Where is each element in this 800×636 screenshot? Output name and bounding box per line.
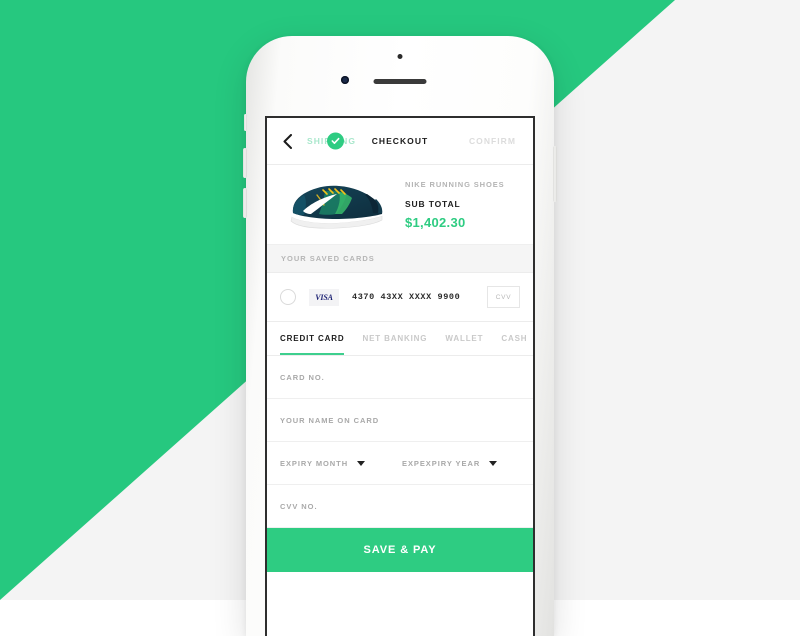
card-number-field[interactable]: CARD NO.	[267, 356, 533, 399]
silent-switch[interactable]	[244, 114, 247, 131]
check-circle-icon	[327, 132, 344, 150]
save-and-pay-button[interactable]: SAVE & PAY	[267, 528, 533, 572]
card-number-masked: 4370 43XX XXXX 9900	[352, 292, 461, 302]
saved-cards-section-header: YOUR SAVED CARDS	[267, 245, 533, 273]
app-header: SHIPPING CHECKOUT CONFIRM	[267, 118, 533, 165]
card-select-radio[interactable]	[280, 289, 296, 305]
chevron-down-icon	[357, 460, 366, 466]
nike-running-shoe-image	[281, 173, 393, 237]
power-button[interactable]	[553, 146, 557, 202]
tab-wallet[interactable]: WALLET	[445, 322, 483, 355]
visa-logo-icon: VISA	[309, 288, 339, 306]
earpiece-speaker-icon	[373, 79, 427, 84]
product-summary-row: NIKE RUNNING SHOES SUB TOTAL $1,402.30	[267, 165, 533, 245]
tab-net-banking[interactable]: NET BANKING	[362, 322, 427, 355]
name-on-card-field[interactable]: YOUR NAME ON CARD	[267, 399, 533, 442]
subtotal-value: $1,402.30	[405, 214, 466, 230]
expiry-year-select[interactable]: EXPEXPIRY YEAR	[402, 458, 498, 468]
tab-credit-card[interactable]: CREDIT CARD	[280, 322, 345, 355]
expiry-row: EXPIRY MONTH EXPEXPIRY YEAR	[267, 442, 533, 485]
cvv-field[interactable]: CVV NO.	[267, 485, 533, 528]
saved-cards-title: YOUR SAVED CARDS	[281, 254, 375, 263]
card-number-label: CARD NO.	[280, 372, 325, 382]
volume-down-button[interactable]	[243, 188, 247, 218]
expiry-month-label: EXPIRY MONTH	[280, 458, 349, 468]
saved-card-item[interactable]: VISA 4370 43XX XXXX 9900 CVV	[267, 273, 533, 322]
subtotal-label: SUB TOTAL	[405, 198, 461, 209]
product-name: NIKE RUNNING SHOES	[405, 179, 505, 189]
expiry-month-select[interactable]: EXPIRY MONTH	[280, 459, 402, 468]
payment-method-tabs: CREDIT CARD NET BANKING WALLET CASH	[267, 322, 533, 356]
saved-card-cvv-input[interactable]: CVV	[487, 286, 520, 308]
phone-device-frame: SHIPPING CHECKOUT CONFIRM	[243, 36, 557, 636]
phone-screen: SHIPPING CHECKOUT CONFIRM	[265, 116, 535, 636]
volume-up-button[interactable]	[243, 148, 247, 178]
step-checkout[interactable]: CHECKOUT	[372, 136, 429, 146]
step-confirm[interactable]: CONFIRM	[469, 136, 516, 146]
chevron-left-icon[interactable]	[279, 133, 295, 149]
product-info: NIKE RUNNING SHOES SUB TOTAL $1,402.30	[405, 180, 505, 230]
tab-cash[interactable]: CASH	[501, 322, 527, 355]
proximity-sensor-icon	[397, 54, 403, 59]
chevron-down-icon	[489, 460, 498, 466]
cvv-label: CVV NO.	[280, 501, 318, 511]
front-camera-icon	[341, 76, 349, 84]
expiry-year-label: EXPEXPIRY YEAR	[402, 458, 481, 468]
name-on-card-label: YOUR NAME ON CARD	[280, 415, 380, 425]
